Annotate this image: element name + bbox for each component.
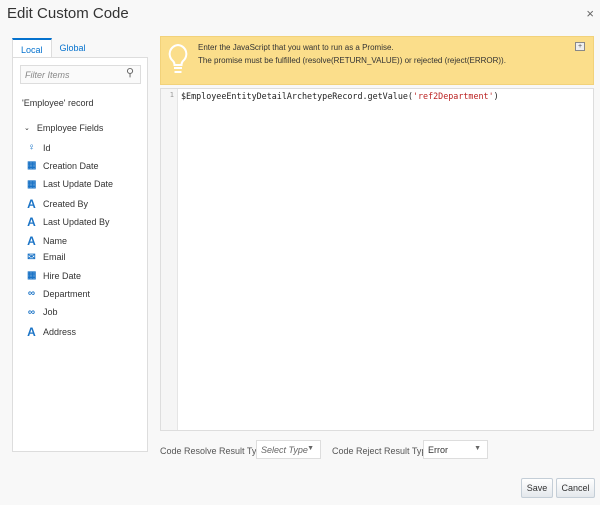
field-item[interactable]: A Created By [27,197,88,211]
code-line[interactable]: $EmployeeEntityDetailArchetypeRecord.get… [181,91,499,101]
key-icon: ♀ [27,142,36,153]
field-label: Job [43,307,58,318]
save-button[interactable]: Save [521,478,553,498]
info-banner: Enter the JavaScript that you want to ru… [160,36,594,85]
text-icon: A [27,233,36,248]
tab-bar: Local Global [12,38,94,58]
reject-type-label: Code Reject Result Type [332,446,432,456]
filter-input[interactable]: Filter Items [20,65,141,84]
text-icon: A [27,325,36,339]
field-label: Creation Date [43,160,99,171]
expand-icon[interactable]: + [575,42,585,51]
resolve-type-select[interactable]: Select Type ▼ [256,440,321,459]
reject-type-select[interactable]: Error ▼ [423,440,488,459]
code-string: 'ref2Department' [412,91,494,101]
code-text-end: ) [493,91,499,101]
field-label: Address [43,327,77,337]
field-item[interactable]: ▦ Last Update Date [27,179,113,190]
field-label: Id [43,142,51,153]
calendar-clock-icon: ▦ [27,160,37,172]
close-icon[interactable]: × [586,6,594,21]
field-item[interactable]: ▦ Creation Date [27,160,99,171]
calendar-clock-icon: ▦ [27,178,37,190]
banner-line-1: Enter the JavaScript that you want to ru… [198,43,394,52]
text-icon: A [27,215,36,230]
field-label: Hire Date [43,270,82,281]
dropdown-arrow-icon: ▼ [307,445,314,452]
field-label: Department [43,288,91,299]
group-label: Employee Fields [36,123,104,133]
cancel-button[interactable]: Cancel [556,478,595,498]
record-label: 'Employee' record [22,98,94,108]
link-icon: ∞ [27,288,36,300]
banner-line-2: The promise must be fulfilled (resolve(R… [198,56,506,65]
code-editor[interactable]: 1 $EmployeeEntityDetailArchetypeRecord.g… [160,88,594,431]
field-item[interactable]: ▦ Hire Date [27,270,81,281]
tab-local[interactable]: Local [12,38,52,58]
chevron-down-icon: ⌄ [24,125,30,132]
tab-global[interactable]: Global [52,38,94,58]
line-number: 1 [161,89,178,430]
link-icon: ∞ [27,306,36,318]
field-item[interactable]: A Last Updated By [27,215,110,230]
field-item[interactable]: A Address [27,325,76,339]
search-icon[interactable]: ⚲ [126,66,143,79]
resolve-type-value: Select Type [261,445,308,455]
calendar-icon: ▦ [27,270,37,282]
dropdown-arrow-icon: ▼ [474,445,481,452]
field-label: Last Update Date [43,179,114,190]
fields-panel: Filter Items ⚲ 'Employee' record ⌄ Emplo… [12,57,148,452]
dialog-title: Edit Custom Code [7,5,129,22]
field-label: Email [43,252,66,263]
field-item[interactable]: ✉ Email [27,251,66,263]
text-icon: A [27,196,36,211]
resolve-type-label: Code Resolve Result Type [160,446,267,456]
reject-type-value: Error [428,445,448,455]
lightbulb-icon [168,43,188,73]
employee-fields-group[interactable]: ⌄ Employee Fields [24,123,103,133]
field-label: Name [43,235,68,246]
field-item[interactable]: ♀ Id [27,142,51,153]
field-label: Created By [43,198,89,209]
field-item[interactable]: ∞ Job [27,307,58,318]
field-item[interactable]: A Name [27,234,67,248]
code-text: $EmployeeEntityDetailArchetypeRecord.get… [181,91,413,101]
field-label: Last Updated By [43,217,110,228]
email-icon: ✉ [27,251,36,263]
field-item[interactable]: ∞ Department [27,288,90,299]
